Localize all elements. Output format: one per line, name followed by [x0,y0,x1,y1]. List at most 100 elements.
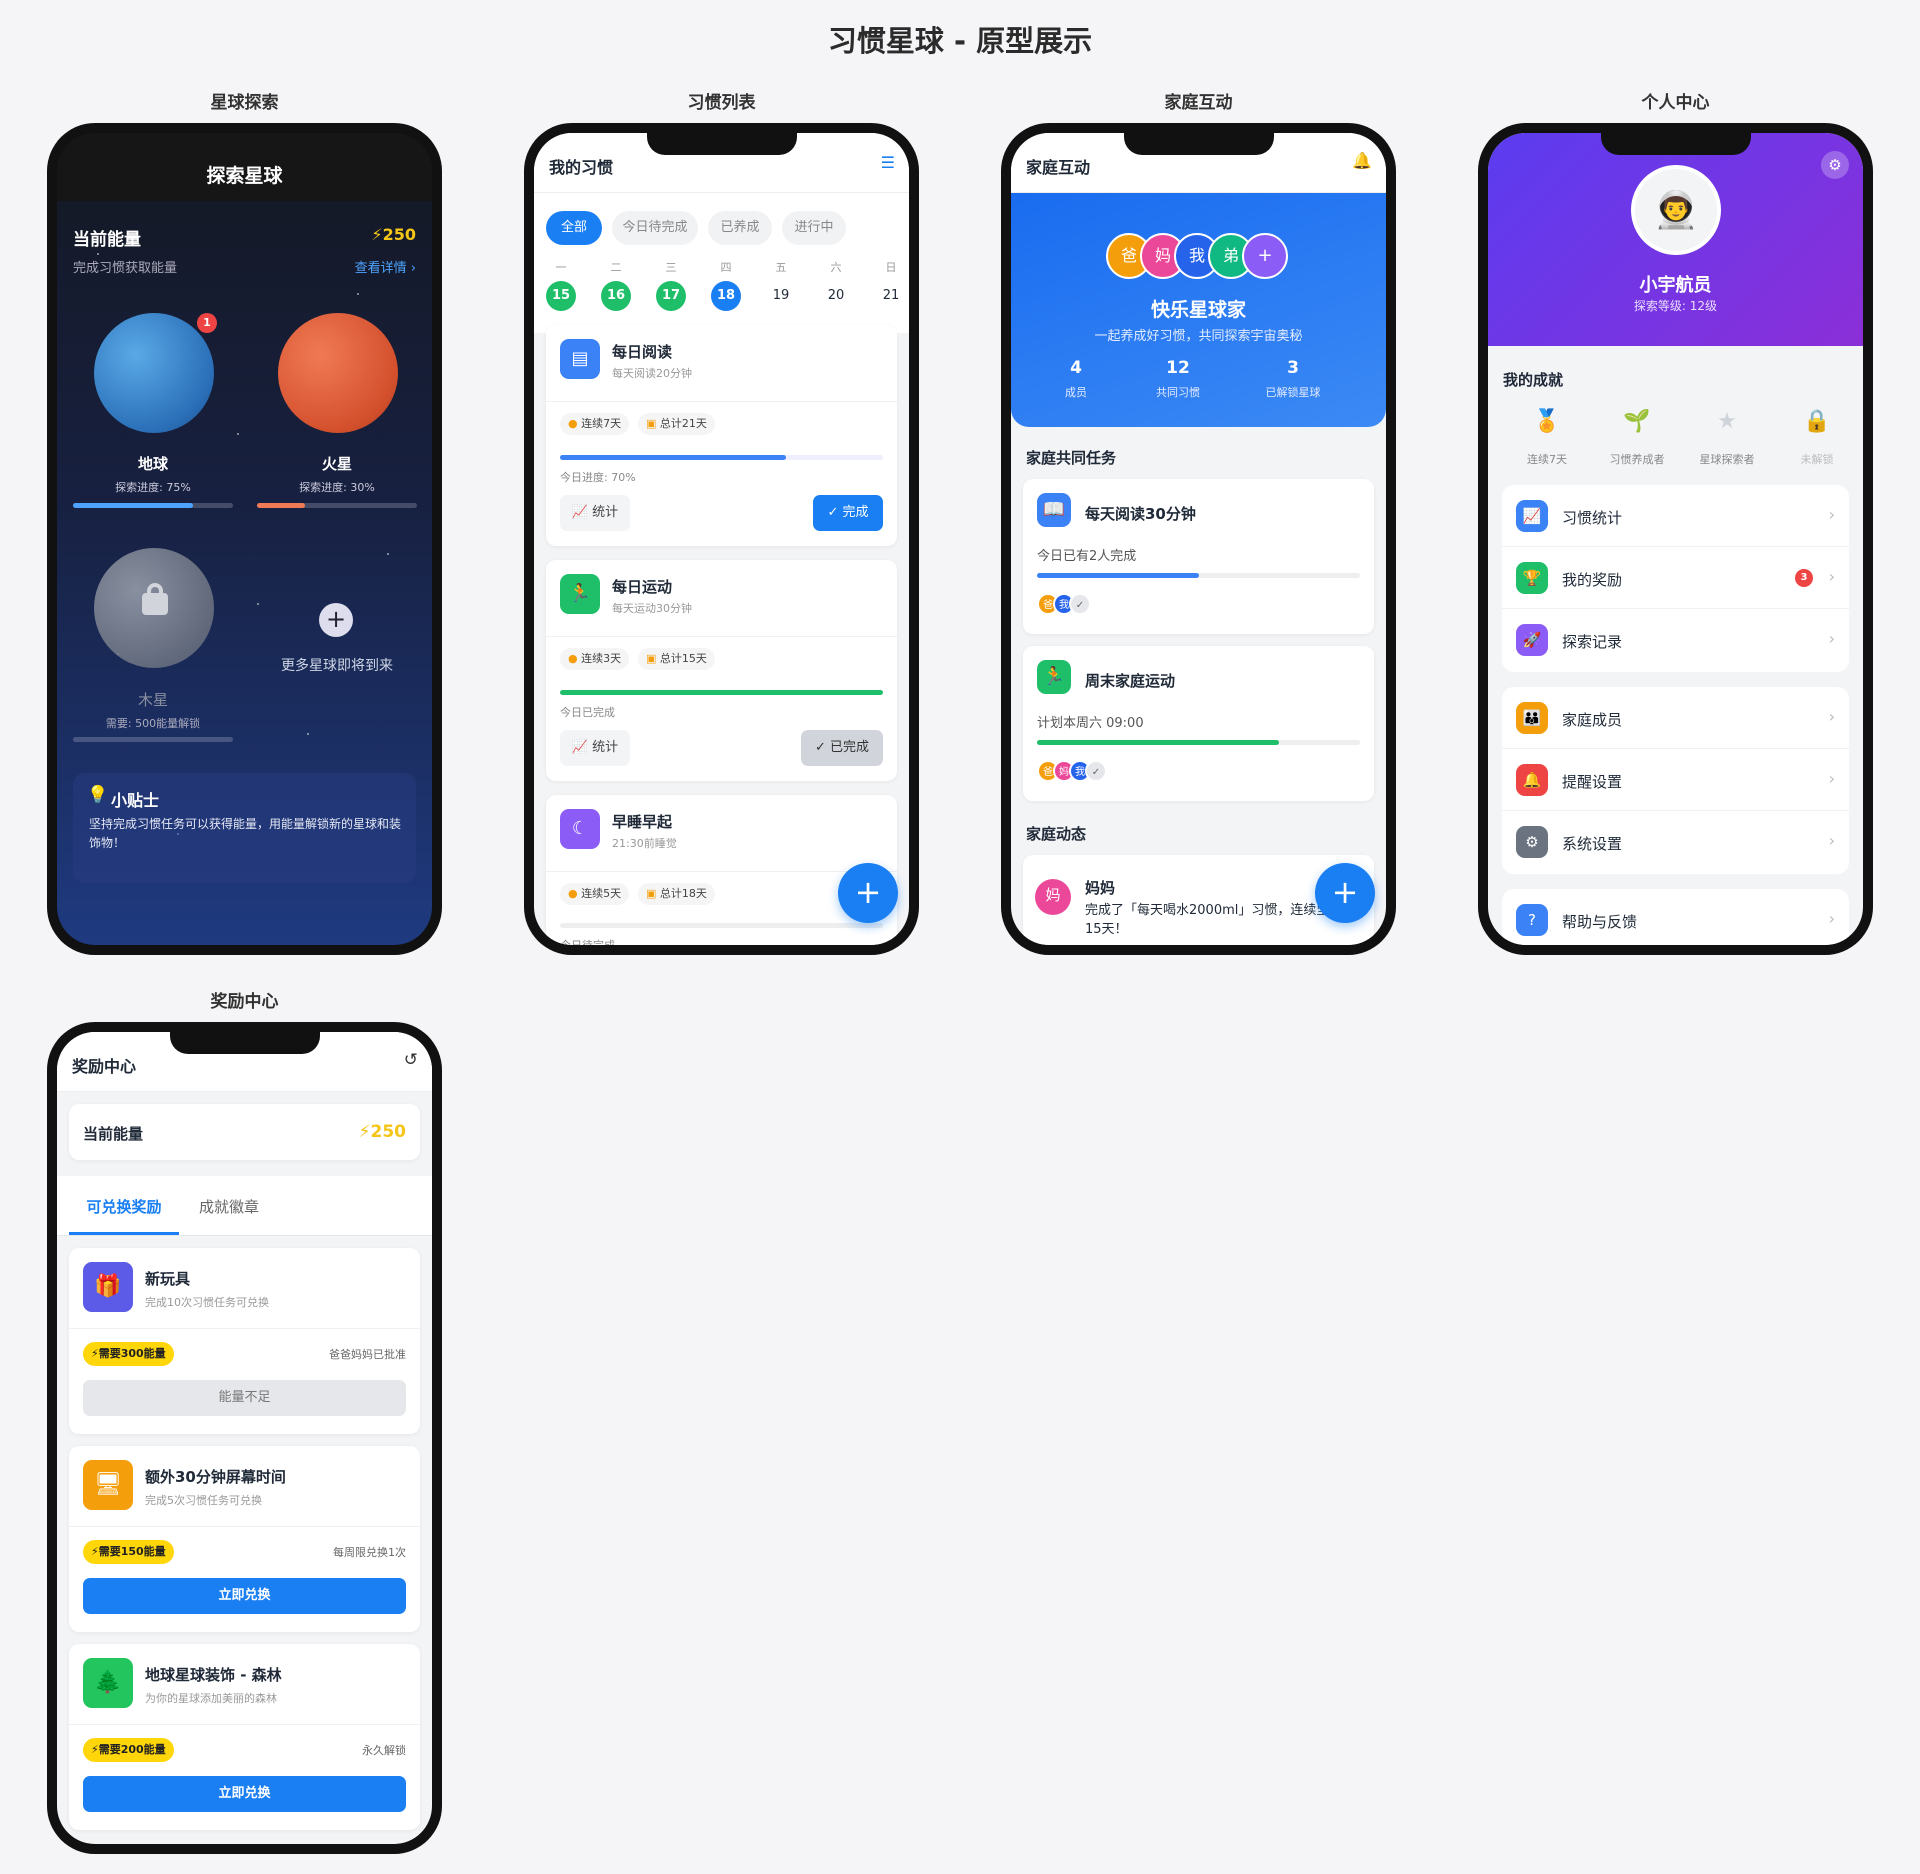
stats-button[interactable]: 📈 统计 [560,495,630,531]
family-task-card[interactable]: 📖 每天阅读30分钟 今日已有2人完成 爸 我 ✓ [1023,479,1374,634]
bulb-icon: 💡 [87,785,109,805]
stat-planets-value: 3 [1287,358,1299,378]
calendar-day[interactable]: 四 18 [711,259,741,311]
chart-icon: 📈 [1516,500,1548,532]
habit-name: 每日运动 [612,578,673,596]
stat-habits-label: 共同习惯 [1156,386,1200,399]
calendar-day[interactable]: 三 17 [656,259,686,311]
reward-name: 额外30分钟屏幕时间 [145,1468,286,1486]
gear-icon[interactable]: ⚙ [1821,151,1849,179]
habit-card-sleep[interactable]: ☾ 早睡早起 21:30前睡觉 ● 连续5天 ▣ 总计18天 今日待完成 [546,795,897,945]
add-habit-button[interactable]: + [838,863,898,923]
rewards-screen: 奖励中心 ↺ 当前能量 ⚡250 可兑换奖励 成就徽章 🎁 新玩具 完成10次习… [57,1032,432,1844]
users-icon: 👪 [1516,702,1548,734]
completed-button[interactable]: ✓ 已完成 [801,730,883,766]
habit-card-reading[interactable]: ▤ 每日阅读 每天阅读20分钟 ● 连续7天 ▣ 总计21天 今日进度: 70%… [546,325,897,546]
menu-rewards[interactable]: 🏆 我的奖励 3 › [1502,547,1849,609]
task-progress [1037,573,1360,578]
profile-level: 探索等级: 12级 [1633,299,1718,313]
menu-habit-stats[interactable]: 📈 习惯统计 › [1502,485,1849,547]
menu-label: 提醒设置 [1562,773,1623,791]
tip-text: 坚持完成习惯任务可以获得能量，用能量解锁新的星球和装饰物！ [89,817,402,850]
family-task-card[interactable]: 🏃 周末家庭运动 计划本周六 09:00 爸 妈 我 ✓ [1023,646,1374,801]
filter-icon[interactable]: ☰ [881,153,895,172]
weekday-label: 二 [610,261,622,274]
calendar-day[interactable]: 一 15 [546,259,576,311]
add-button[interactable]: + [1315,863,1375,923]
label-rewards: 奖励中心 [210,992,279,1012]
filter-ongoing[interactable]: 进行中 [782,211,846,245]
habit-sub: 每天阅读20分钟 [612,367,692,380]
stat-members-value: 4 [1070,358,1082,378]
stats-button[interactable]: 📈 统计 [560,730,630,766]
add-member-button[interactable]: + [1242,233,1288,279]
planet-earth[interactable] [94,313,214,433]
achievement-label: 习惯养成者 [1609,453,1665,466]
menu-label: 帮助与反馈 [1562,913,1638,931]
details-link[interactable]: 查看详情 › [355,257,416,276]
habits-title: 我的习惯 [549,158,614,177]
date-number: 16 [601,281,631,311]
rewards-badge: 3 [1795,569,1813,587]
habit-sub: 21:30前睡觉 [612,837,677,850]
rewards-title: 奖励中心 [72,1057,137,1076]
menu-explore-log[interactable]: 🚀 探索记录 › [1502,609,1849,671]
energy-sub: 完成习惯获取能量 [73,261,178,276]
feed-title: 家庭动态 [1026,825,1087,843]
avatar[interactable]: 👨‍🚀 [1631,165,1721,255]
habit-card-exercise[interactable]: 🏃 每日运动 每天运动30分钟 ● 连续3天 ▣ 总计15天 今日已完成 📈 统… [546,560,897,781]
label-habits: 习惯列表 [687,93,756,113]
calendar-day[interactable]: 二 16 [601,259,631,311]
filter-today[interactable]: 今日待完成 [612,211,698,245]
phone-habits: 我的习惯 ☰ 全部 今日待完成 已养成 进行中 一 15 二 16 三 17 四 18 五 19 六… [524,123,919,955]
menu-label: 探索记录 [1562,633,1623,651]
phone-rewards: 奖励中心 ↺ 当前能量 ⚡250 可兑换奖励 成就徽章 🎁 新玩具 完成10次习… [47,1022,442,1854]
rocket-icon: 🚀 [1516,624,1548,656]
date-number: 21 [882,288,900,303]
filter-formed[interactable]: 已养成 [708,211,772,245]
redeem-button[interactable]: 立即兑换 [83,1776,406,1812]
chevron-right-icon: › [1828,567,1835,586]
tab-redeemable[interactable]: 可兑换奖励 [69,1196,179,1217]
family-screen: 家庭互动 🔔 爸 妈 我 弟 + 快乐星球家 一起养成好习惯，共同探索宇宙奥秘 … [1011,133,1386,945]
profile-screen: ⚙ 👨‍🚀 小宇航员 探索等级: 12级 我的成就 🏅 连续7天 🌱 习惯养成者… [1488,133,1863,945]
planet-mars[interactable] [278,313,398,433]
label-family: 家庭互动 [1164,93,1233,113]
weekday-label: 日 [885,261,897,274]
profile-name: 小宇航员 [1639,275,1712,296]
menu-reminders[interactable]: 🔔 提醒设置 › [1502,749,1849,811]
menu-label: 家庭成员 [1562,711,1623,729]
reward-card: 🖥 额外30分钟屏幕时间 完成5次习惯任务可兑换 ⚡需要150能量 每周限兑换1… [69,1446,420,1632]
weekday-label: 三 [665,261,677,274]
energy-label: 当前能量 [83,1125,144,1143]
explore-screen: 探索星球 当前能量 ⚡250 完成习惯获取能量 查看详情 › 1 地球 探索进度… [57,133,432,945]
tab-badges[interactable]: 成就徽章 [179,1196,279,1217]
menu-group-3: ? 帮助与反馈 › [1502,889,1849,945]
menu-group-1: 📈 习惯统计 › 🏆 我的奖励 3 › 🚀 探索记录 › [1502,485,1849,672]
calendar-day[interactable]: 六 20 [821,259,851,311]
calendar-day[interactable]: 日 21 [876,259,906,311]
lock-icon: 🔒 [1803,409,1831,434]
bell-icon[interactable]: 🔔 [1352,151,1372,170]
menu-help[interactable]: ? 帮助与反馈 › [1502,889,1849,945]
redeem-button-disabled[interactable]: 能量不足 [83,1380,406,1416]
menu-system-settings[interactable]: ⚙ 系统设置 › [1502,811,1849,873]
calendar-day[interactable]: 五 19 [766,259,796,311]
filter-all[interactable]: 全部 [546,211,602,245]
cost-badge: ⚡需要300能量 [83,1342,174,1366]
gear-icon: ⚙ [1516,826,1548,858]
plus-icon[interactable]: + [319,603,353,637]
sprout-icon: 🌱 [1623,409,1651,434]
energy-card: 当前能量 ⚡250 [69,1104,420,1160]
complete-button[interactable]: ✓ 完成 [813,495,883,531]
monitor-icon: 🖥 [83,1460,133,1510]
book-icon: ▤ [560,339,600,379]
stat-members-label: 成员 [1065,386,1087,399]
energy-value: ⚡250 [371,225,416,244]
chevron-right-icon: › [1828,629,1835,648]
trophy-icon: 🏆 [1516,562,1548,594]
weekday-label: 四 [720,261,732,274]
redeem-button[interactable]: 立即兑换 [83,1578,406,1614]
menu-family-members[interactable]: 👪 家庭成员 › [1502,687,1849,749]
history-icon[interactable]: ↺ [404,1050,418,1070]
